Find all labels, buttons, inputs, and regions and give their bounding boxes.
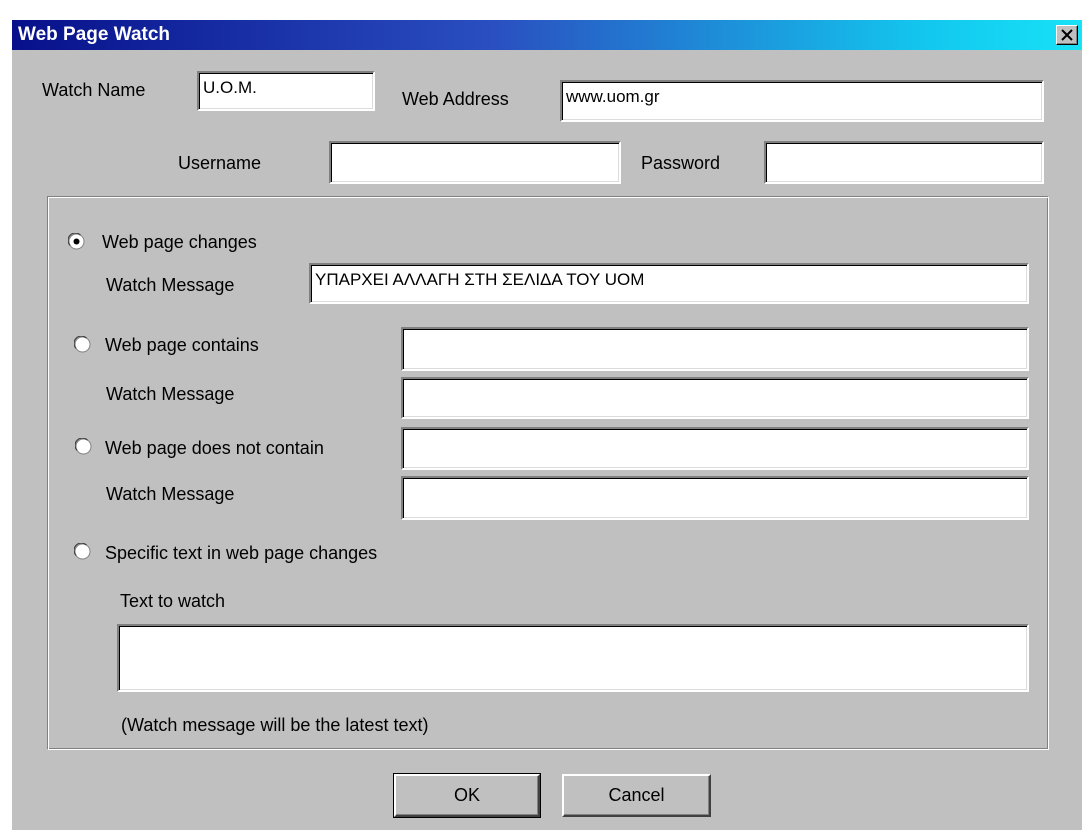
not-contains-watch-message-label: Watch Message	[106, 484, 235, 504]
watch-name-label: Watch Name	[42, 80, 146, 100]
window-title: Web Page Watch	[18, 24, 171, 45]
close-icon	[1061, 29, 1073, 41]
radio-label-web-page-changes[interactable]: Web page changes	[102, 231, 257, 253]
username-label: Username	[178, 153, 262, 173]
not-contains-text-input[interactable]	[401, 427, 1029, 470]
contains-text-input[interactable]	[401, 327, 1029, 371]
changes-watch-message-label: Watch Message	[106, 275, 235, 295]
text-to-watch-input[interactable]	[117, 624, 1029, 692]
contains-watch-message-input[interactable]	[401, 377, 1029, 419]
web-address-input[interactable]: www.uom.gr	[560, 80, 1044, 122]
latest-text-note: (Watch message will be the latest text)	[121, 715, 429, 735]
ok-button[interactable]: OK	[393, 773, 541, 818]
watch-name-input[interactable]: U.O.M.	[197, 71, 375, 111]
radio-selected-icon[interactable]	[68, 233, 85, 250]
contains-watch-message-label: Watch Message	[106, 384, 235, 404]
cancel-button[interactable]: Cancel	[562, 774, 711, 817]
radio-unselected-icon[interactable]	[75, 438, 92, 455]
not-contains-watch-message-input[interactable]	[401, 476, 1029, 520]
close-button[interactable]	[1056, 25, 1078, 45]
password-label: Password	[641, 153, 721, 173]
changes-watch-message-input[interactable]: ΥΠΑΡΧΕΙ ΑΛΛΑΓΗ ΣΤΗ ΣΕΛΙΔΑ ΤΟΥ UOM	[309, 263, 1029, 304]
radio-label-web-page-does-not-contain[interactable]: Web page does not contain	[105, 437, 324, 459]
username-input[interactable]	[329, 141, 621, 184]
password-input[interactable]	[764, 141, 1044, 184]
text-to-watch-label: Text to watch	[120, 591, 226, 611]
web-address-label: Web Address	[402, 89, 509, 109]
title-bar[interactable]: Web Page Watch	[12, 20, 1082, 50]
radio-unselected-icon[interactable]	[74, 336, 91, 353]
radio-label-web-page-contains[interactable]: Web page contains	[105, 334, 259, 356]
radio-unselected-icon[interactable]	[74, 543, 91, 560]
radio-label-specific-text-changes[interactable]: Specific text in web page changes	[105, 542, 377, 564]
web-page-watch-dialog: Web Page Watch Watch Name U.O.M. Web Add…	[10, 18, 1082, 830]
